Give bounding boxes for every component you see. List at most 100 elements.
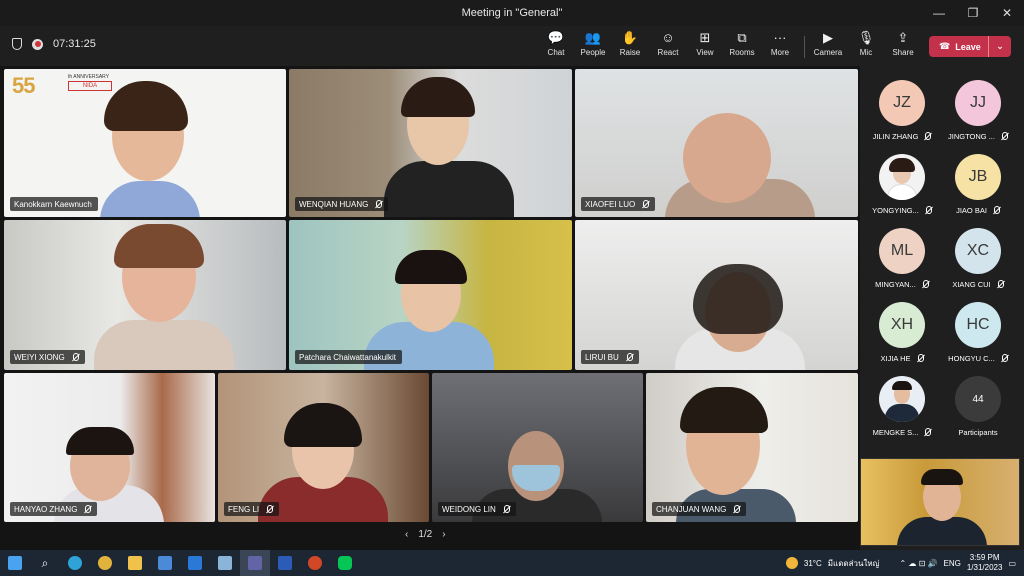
chat-button[interactable]: 💬 Chat [537, 29, 575, 63]
participant-roster: JZ JILIN ZHANG JJ JINGTONG ... YONGYING.… [860, 66, 1024, 456]
participant-name-tag: WENQIAN HUANG [295, 197, 389, 211]
roster-item[interactable]: JJ JINGTONG ... [938, 80, 1018, 153]
roster-item[interactable]: HC HONGYU C... [938, 302, 1018, 375]
video-tile[interactable]: Patchara Chaiwattanakulkit [289, 220, 572, 370]
meeting-status: 07:31:25 [12, 38, 96, 50]
view-label: View [696, 48, 714, 57]
windows-start-icon[interactable] [0, 550, 30, 576]
avatar: JZ [879, 80, 925, 126]
roster-item[interactable]: JZ JILIN ZHANG [862, 80, 942, 153]
roster-item[interactable]: XC XIANG CUI [938, 228, 1018, 301]
minimize-button[interactable]: — [922, 0, 956, 26]
video-tile[interactable]: 55 th ANNIVERSARY NIDA Kanokkarn Kaewnuc… [4, 69, 286, 217]
roster-name: JINGTONG ... [948, 132, 995, 141]
mail-icon[interactable] [180, 550, 210, 576]
roster-item[interactable]: MENGKE S... [862, 376, 942, 449]
mic-off-icon [265, 504, 274, 514]
view-button[interactable]: ⊞ View [686, 29, 724, 63]
chrome-icon[interactable] [90, 550, 120, 576]
page-navigation: ‹ 1/2 › [405, 529, 446, 540]
roster-name: MINGYAN... [875, 280, 916, 289]
self-view-video[interactable] [860, 458, 1020, 546]
video-tile[interactable]: LIRUI BU [575, 220, 858, 370]
mic-off-icon [1000, 132, 1008, 141]
edge-icon[interactable] [60, 550, 90, 576]
roster-item[interactable]: YONGYING... [862, 154, 942, 227]
react-button[interactable]: ☺ React [649, 29, 687, 63]
mic-off-icon [641, 199, 650, 209]
language-indicator[interactable]: ENG [944, 559, 961, 568]
participant-name-tag: HANYAO ZHANG [10, 502, 98, 516]
video-tile[interactable]: WEIYI XIONG [4, 220, 286, 370]
react-label: React [657, 48, 679, 57]
app-icon[interactable] [210, 550, 240, 576]
share-icon: ⇪ [897, 30, 909, 45]
roster-name: JILIN ZHANG [872, 132, 919, 141]
search-icon[interactable]: ⌕ [30, 550, 60, 576]
mic-off-icon [83, 504, 92, 514]
raise-hand-button[interactable]: ✋ Raise [611, 29, 649, 63]
participant-name-tag: WEIYI XIONG [10, 350, 85, 364]
window-title: Meeting in "General" [461, 7, 563, 19]
chat-icon: 💬 [547, 30, 565, 45]
video-stage: 55 th ANNIVERSARY NIDA Kanokkarn Kaewnuc… [0, 66, 860, 550]
mic-off-icon [923, 428, 932, 437]
people-button[interactable]: 👥 People [574, 29, 612, 63]
leave-label: Leave [955, 41, 981, 52]
line-icon[interactable] [330, 550, 360, 576]
prev-page-button[interactable]: ‹ [405, 529, 408, 540]
roster-item[interactable]: XH XIJIA HE [862, 302, 942, 375]
leave-button[interactable]: ☎ Leave ⌄ [929, 36, 1011, 57]
raise-label: Raise [619, 48, 641, 57]
people-label: People [580, 48, 606, 57]
video-tile[interactable]: CHANJUAN WANG [646, 373, 858, 522]
participant-name: WENQIAN HUANG [299, 199, 369, 209]
roster-item[interactable]: JB JIAO BAI [938, 154, 1018, 227]
maximize-button[interactable]: ❐ [956, 0, 990, 26]
participant-name: XIAOFEI LUO [585, 199, 636, 209]
participants-count-button[interactable]: 44 Participants [938, 376, 1018, 449]
video-tile[interactable]: XIAOFEI LUO [575, 69, 858, 217]
share-button[interactable]: ⇪ Share [884, 29, 922, 63]
rooms-label: Rooms [729, 48, 755, 57]
tray-icons[interactable]: ⌃ ☁ ⊡ 🔊 [899, 559, 937, 568]
mic-off-icon [996, 280, 1004, 289]
video-tile[interactable]: HANYAO ZHANG [4, 373, 215, 522]
mic-off-icon [71, 352, 79, 362]
roster-name: XIJIA HE [880, 354, 911, 363]
store-icon[interactable] [150, 550, 180, 576]
chevron-down-icon[interactable]: ⌄ [989, 41, 1011, 52]
weather-location[interactable]: มีแดดส่วนใหญ่ [828, 557, 880, 570]
teams-icon[interactable] [240, 550, 270, 576]
roster-name: HONGYU C... [948, 354, 995, 363]
clock[interactable]: 3:59 PM 1/31/2023 [967, 553, 1003, 573]
video-tile[interactable]: WENQIAN HUANG [289, 69, 572, 217]
rooms-button[interactable]: ⧉ Rooms [723, 29, 761, 63]
recording-icon [32, 38, 43, 50]
mic-off-icon [924, 206, 932, 215]
camera-button[interactable]: ▶ Camera [809, 29, 847, 63]
participant-name-tag: FENG LI [224, 502, 280, 516]
roster-item[interactable]: ML MINGYAN... [862, 228, 942, 301]
camera-icon: ▶ [823, 30, 833, 45]
mic-off-icon [1000, 354, 1008, 363]
close-window-button[interactable]: ✕ [990, 0, 1024, 26]
more-icon: ··· [773, 30, 787, 45]
mic-off-icon [916, 354, 924, 363]
weather-icon [785, 557, 798, 569]
more-button[interactable]: ··· More [761, 29, 799, 63]
weather-temp[interactable]: 31°C [804, 559, 822, 568]
mic-button[interactable]: 🎙 Mic [847, 29, 885, 63]
word-icon[interactable] [270, 550, 300, 576]
participant-name: FENG LI [228, 504, 260, 514]
powerpoint-icon[interactable] [300, 550, 330, 576]
notification-icon[interactable]: ▭ [1008, 559, 1016, 568]
page-indicator: 1/2 [418, 529, 433, 540]
participant-name-tag: Patchara Chaiwattanakulkit [295, 350, 402, 364]
clock-date: 1/31/2023 [966, 563, 1003, 572]
phone-icon: ☎ [939, 41, 951, 51]
video-tile[interactable]: FENG LI [218, 373, 429, 522]
file-explorer-icon[interactable] [120, 550, 150, 576]
video-tile[interactable]: WEIDONG LIN [432, 373, 643, 522]
next-page-button[interactable]: › [442, 529, 445, 540]
